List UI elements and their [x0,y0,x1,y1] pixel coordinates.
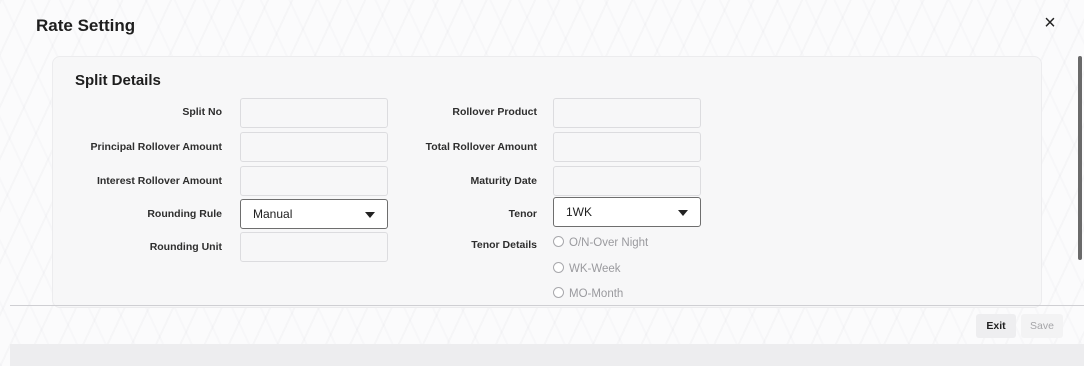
dialog-title: Rate Setting [36,16,136,35]
split-no-label: Split No [182,106,222,118]
footer-divider [10,305,1084,306]
tenor-option-label: WK-Week [569,263,621,275]
rollover-product-field[interactable] [553,98,701,128]
vertical-scrollbar[interactable] [1078,56,1082,260]
footer-bar [10,344,1084,366]
split-no-field[interactable] [240,98,388,128]
tenor-option-label: MO-Month [569,288,624,300]
total-rollover-amount-field[interactable] [553,132,701,162]
interest-rollover-amount-label: Interest Rollover Amount [96,175,222,187]
rounding-unit-label: Rounding Unit [149,241,222,253]
chevron-down-icon [678,210,688,216]
tenor-option-week[interactable]: WK-Week [553,262,621,278]
chevron-down-icon [365,212,375,218]
exit-button[interactable]: Exit [976,314,1016,338]
save-button[interactable]: Save [1021,314,1063,338]
maturity-date-label: Maturity Date [470,175,537,187]
section-title: Split Details [75,72,161,89]
tenor-details-label: Tenor Details [471,239,537,251]
radio-icon [553,262,564,273]
tenor-label: Tenor [508,208,537,220]
tenor-option-overnight[interactable]: O/N-Over Night [553,236,648,252]
maturity-date-field[interactable] [553,166,701,196]
rounding-rule-select[interactable]: Manual [240,199,388,229]
principal-rollover-amount-field[interactable] [240,132,388,162]
tenor-option-month[interactable]: MO-Month [553,287,623,303]
close-icon[interactable]: × [1040,12,1060,34]
rounding-rule-value: Manual [253,207,293,221]
radio-icon [553,236,564,247]
interest-rollover-amount-field[interactable] [240,166,388,196]
rounding-unit-field[interactable] [240,232,388,262]
principal-rollover-amount-label: Principal Rollover Amount [90,141,222,153]
total-rollover-amount-label: Total Rollover Amount [425,141,537,153]
tenor-option-label: O/N-Over Night [569,237,649,249]
radio-icon [553,287,564,298]
tenor-value: 1WK [566,205,593,219]
tenor-select[interactable]: 1WK [553,197,701,227]
rounding-rule-label: Rounding Rule [147,208,222,220]
rollover-product-label: Rollover Product [452,106,537,118]
